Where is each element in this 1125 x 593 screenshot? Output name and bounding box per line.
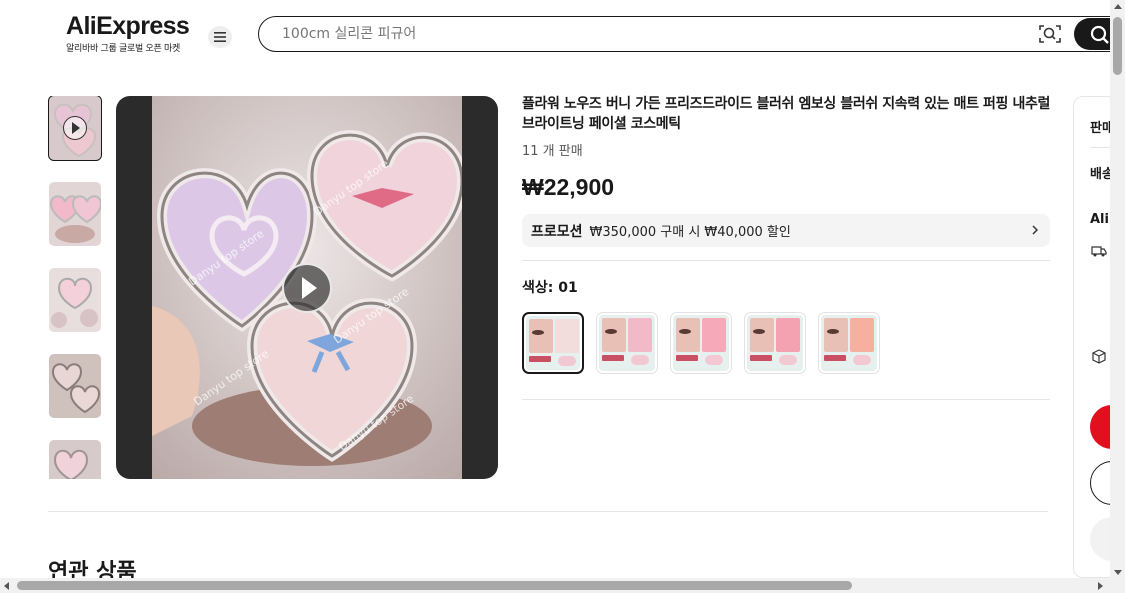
chevron-right-icon	[1032, 225, 1038, 235]
swatch-blush	[850, 318, 874, 352]
thumbnail-image-4[interactable]	[49, 354, 101, 418]
main-media-viewer[interactable]: Danyu top store Danyu top store Danyu to…	[116, 96, 498, 479]
horizontal-scrollbar[interactable]	[0, 578, 1110, 593]
product-price: ₩22,900	[522, 174, 615, 200]
search-bar	[258, 16, 1125, 52]
scroll-right-icon[interactable]	[1098, 582, 1103, 590]
watermark: Danyu top store	[336, 392, 416, 454]
product-title: 플라워 노우즈 버니 가든 프리즈드라이드 블러쉬 엠보싱 블러쉬 지속력 있는…	[522, 96, 1050, 132]
color-swatch-03[interactable]	[670, 312, 732, 374]
play-icon	[63, 116, 87, 140]
vertical-scrollbar[interactable]	[1110, 0, 1125, 593]
thumbnail-image-5[interactable]	[49, 440, 101, 479]
color-label: 색상: 01	[522, 280, 578, 296]
logo-text: AliExpress	[66, 12, 190, 40]
watermark: Danyu top store	[331, 285, 411, 347]
divider	[522, 399, 1050, 400]
thumbnail-image	[49, 440, 101, 479]
search-input[interactable]	[282, 24, 982, 44]
color-swatch-02[interactable]	[596, 312, 658, 374]
swatch-blush	[628, 318, 652, 352]
scroll-thumb[interactable]	[17, 581, 852, 590]
menu-button[interactable]	[208, 26, 232, 48]
swatch-blush	[702, 318, 726, 352]
product-info: 플라워 노우즈 버니 가든 프리즈드라이드 블러쉬 엠보싱 블러쉬 지속력 있는…	[522, 94, 1050, 400]
scroll-up-icon[interactable]	[1114, 4, 1122, 9]
watermark: Danyu top store	[191, 347, 271, 409]
search-icon	[1090, 25, 1109, 44]
play-button[interactable]	[282, 263, 332, 313]
color-swatch-list	[522, 312, 1050, 374]
thumbnail-image	[49, 268, 101, 332]
thumbnail-image	[49, 354, 101, 418]
scroll-down-icon[interactable]	[1114, 570, 1122, 575]
color-swatch-05[interactable]	[818, 312, 880, 374]
scroll-left-icon[interactable]	[4, 582, 9, 590]
thumbnail-image-3[interactable]	[49, 268, 101, 332]
sold-count: 11 개 판매	[522, 144, 583, 159]
color-swatch-01[interactable]	[522, 312, 584, 374]
thumbnail-image	[49, 182, 101, 246]
thumbnail-video[interactable]	[48, 96, 102, 161]
thumbnail-image-2[interactable]	[49, 182, 101, 246]
divider	[522, 260, 1050, 261]
logo-subtitle: 알리바바 그룹 글로벌 오픈 마켓	[66, 44, 180, 54]
header: AliExpress 알리바바 그룹 글로벌 오픈 마켓	[0, 0, 1125, 70]
promotion-text: ₩350,000 구매 시 ₩40,000 할인	[589, 225, 791, 240]
swatch-blush	[776, 318, 800, 352]
aliexpress-logo[interactable]: AliExpress 알리바바 그룹 글로벌 오픈 마켓	[66, 12, 190, 54]
watermark: Danyu top store	[311, 157, 391, 219]
watermark: Danyu top store	[186, 227, 266, 289]
swatch-blush	[555, 319, 579, 353]
color-swatch-04[interactable]	[744, 312, 806, 374]
truck-icon	[1091, 246, 1107, 257]
scroll-thumb[interactable]	[1113, 17, 1122, 75]
image-search-icon[interactable]	[1039, 24, 1061, 44]
promotion-banner[interactable]: 프로모션 ₩350,000 구매 시 ₩40,000 할인	[522, 214, 1050, 247]
package-icon	[1092, 349, 1106, 364]
hamburger-icon	[214, 32, 226, 42]
section-divider	[48, 511, 1048, 512]
thumbnail-list	[48, 96, 102, 479]
promotion-label: 프로모션	[531, 223, 583, 240]
